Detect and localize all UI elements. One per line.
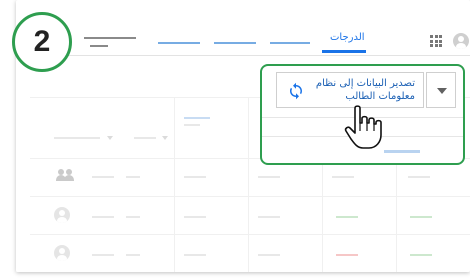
export-options-dropdown[interactable]: [426, 72, 456, 108]
step-number-badge: 2: [12, 12, 72, 72]
grade-cell[interactable]: [336, 216, 358, 218]
grid-column-line: [174, 97, 175, 272]
sync-icon: [290, 82, 302, 100]
grade-cell[interactable]: [410, 216, 432, 218]
student-name-placeholder[interactable]: [126, 254, 140, 256]
assignment-column-date: [184, 124, 200, 126]
menu-placeholder-line: [84, 37, 136, 39]
student-name-placeholder[interactable]: [126, 216, 140, 218]
class-average-value: [184, 176, 206, 178]
account-avatar-icon[interactable]: [453, 33, 469, 49]
tab-placeholder[interactable]: [158, 42, 200, 44]
grid-line: [30, 234, 470, 235]
grade-cell[interactable]: [258, 254, 280, 256]
sort-caret-icon[interactable]: [107, 136, 113, 140]
student-name-placeholder[interactable]: [92, 254, 114, 256]
sort-placeholder: [54, 137, 100, 139]
sort-caret-icon[interactable]: [162, 136, 168, 140]
apps-grid-icon[interactable]: [430, 35, 442, 47]
tab-placeholder[interactable]: [214, 42, 256, 44]
step-number: 2: [33, 25, 51, 58]
grade-cell[interactable]: [410, 254, 432, 256]
menu-item-placeholder: [384, 150, 420, 153]
grade-cell[interactable]: [184, 216, 206, 218]
class-average-placeholder: [126, 176, 140, 178]
student-avatar-icon: [54, 245, 70, 261]
export-to-sis-label: تصدير البيانات إلى نظام معلومات الطالب: [315, 78, 415, 102]
grid-column-line: [248, 97, 249, 272]
grade-cell[interactable]: [336, 254, 358, 256]
grade-cell[interactable]: [184, 254, 206, 256]
menu-placeholder-line: [90, 45, 108, 47]
header-divider: [16, 55, 470, 56]
student-name-placeholder[interactable]: [92, 216, 114, 218]
tab-placeholder[interactable]: [270, 42, 310, 44]
grid-line: [30, 196, 470, 197]
hand-pointer-icon: [344, 105, 382, 149]
student-avatar-icon: [54, 207, 70, 223]
tab-grades-indicator: [322, 50, 366, 53]
people-icon: [56, 169, 76, 181]
class-average-value: [258, 176, 280, 178]
tab-grades[interactable]: الدرجات: [330, 32, 365, 43]
class-average-placeholder: [92, 176, 114, 178]
class-average-value: [332, 176, 354, 178]
class-average-value: [408, 176, 430, 178]
grade-cell[interactable]: [258, 216, 280, 218]
sort-placeholder: [134, 137, 156, 139]
export-to-sis-button[interactable]: تصدير البيانات إلى نظام معلومات الطالب: [276, 72, 424, 108]
assignment-column-header[interactable]: [184, 117, 210, 119]
